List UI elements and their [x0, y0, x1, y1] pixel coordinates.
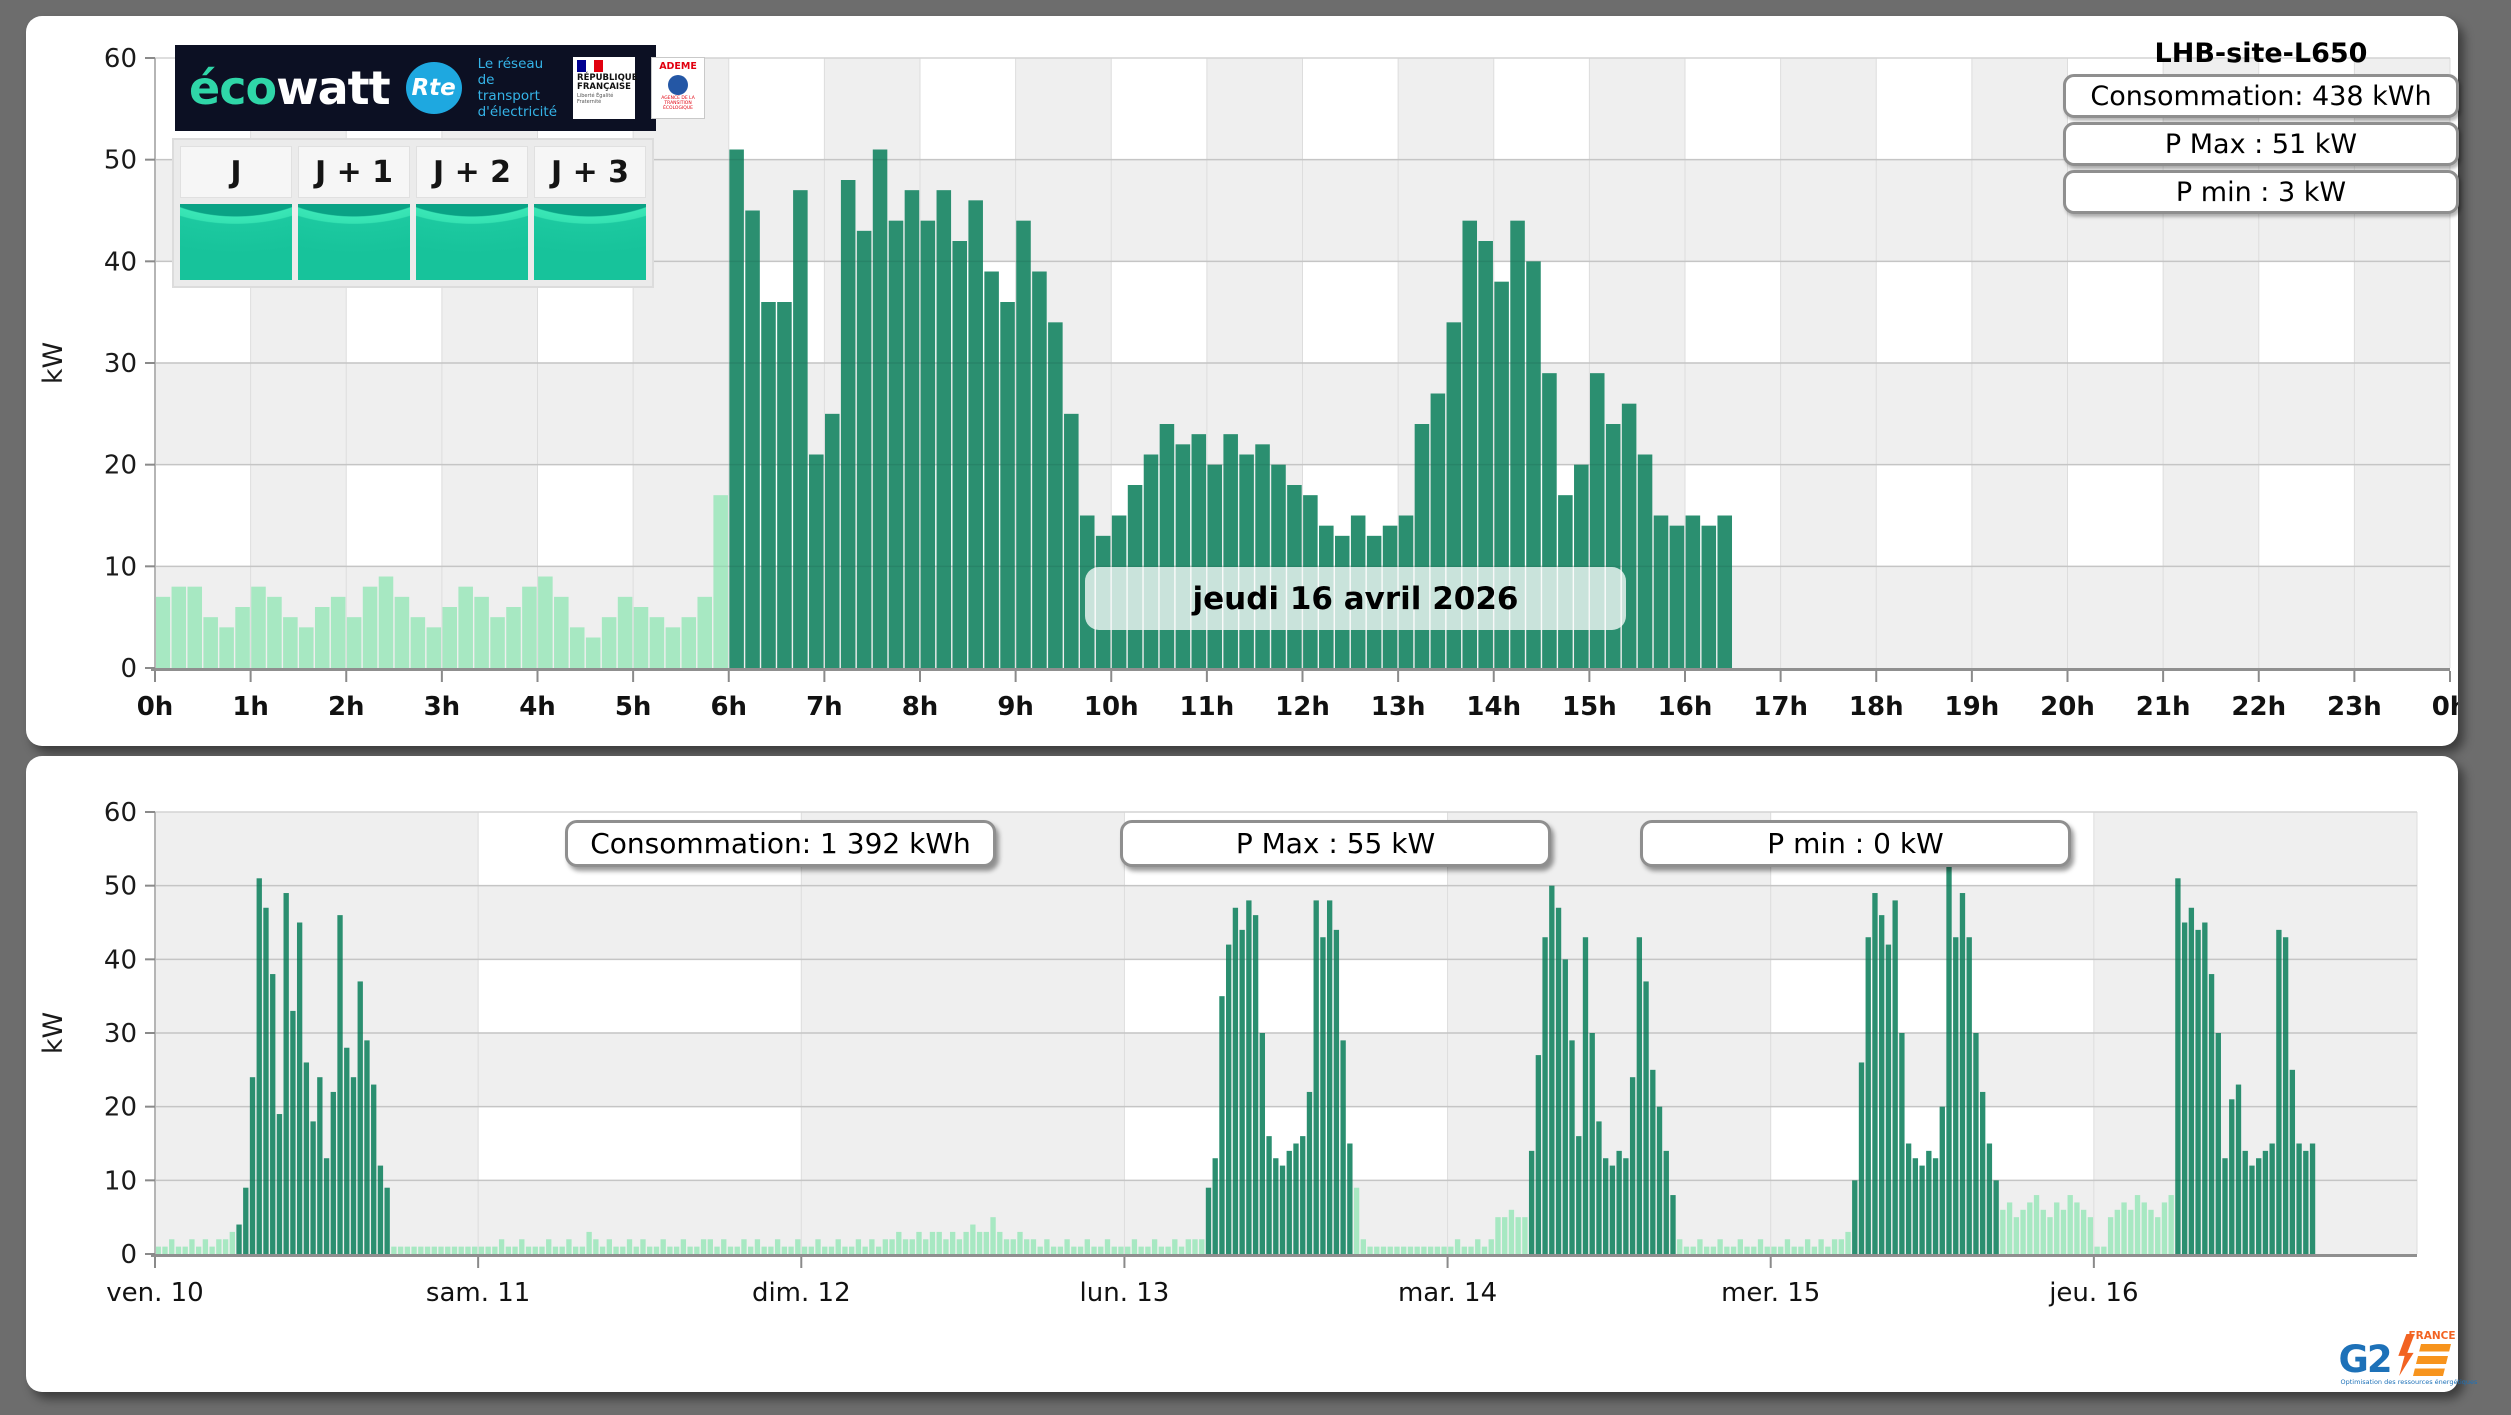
svg-text:40: 40: [104, 247, 137, 277]
svg-text:18h: 18h: [1849, 692, 1904, 722]
svg-text:mar. 14: mar. 14: [1398, 1278, 1497, 1308]
ecowatt-day-j2-status-green: [416, 204, 528, 280]
daily-consumption-stat: Consommation: 438 kWh: [2063, 74, 2459, 118]
svg-text:1h: 1h: [232, 692, 269, 722]
french-flag-icon: [577, 60, 604, 72]
svg-text:11h: 11h: [1180, 692, 1235, 722]
svg-text:2h: 2h: [328, 692, 365, 722]
ecowatt-energy-dashboard: 0 10 20 30 40 50 60 0h 1h 2h 3h 4h 5h 6h 7h 8h 9h 10h 11h 1…: [0, 0, 2511, 1415]
svg-text:60: 60: [104, 44, 137, 74]
svg-text:0: 0: [120, 1240, 137, 1270]
svg-text:30: 30: [104, 1019, 137, 1049]
svg-text:12h: 12h: [1275, 692, 1330, 722]
svg-text:13h: 13h: [1371, 692, 1426, 722]
current-date-badge: jeudi 16 avril 2026: [1085, 567, 1626, 630]
rte-logo-icon: Rte: [405, 62, 462, 114]
ecowatt-day-j1-status-green: [298, 204, 410, 280]
ademe-logo: ADEME AGENCE DE LA TRANSITION ÉCOLOGIQUE: [651, 57, 706, 119]
rte-tagline-line2: de transport: [477, 72, 540, 104]
svg-text:jeu. 16: jeu. 16: [2048, 1278, 2138, 1308]
ecowatt-day-j3-label: J + 3: [534, 146, 646, 198]
g2e-e-icon: [2412, 1344, 2451, 1376]
svg-text:3h: 3h: [424, 692, 461, 722]
ecowatt-logo: écowatt Rte Le réseau de transport d'éle…: [175, 45, 706, 131]
weekly-consumption-stat: Consommation: 1 392 kWh: [565, 820, 996, 867]
ademe-label: ADEME: [659, 61, 697, 72]
g2e-logo-text: G2: [2338, 1338, 2393, 1381]
svg-text:50: 50: [104, 146, 137, 176]
weekly-pmin-stat: P min : 0 kW: [1640, 820, 2071, 867]
rte-tagline: Le réseau de transport d'électricité: [478, 56, 557, 120]
svg-text:sam. 11: sam. 11: [426, 1278, 530, 1308]
site-name: LHB-site-L650: [2154, 38, 2368, 69]
svg-text:20: 20: [104, 1093, 137, 1123]
svg-text:23h: 23h: [2327, 692, 2382, 722]
ecowatt-brand-watt: watt: [276, 61, 391, 115]
svg-text:4h: 4h: [519, 692, 556, 722]
svg-text:40: 40: [104, 945, 137, 975]
republique-francaise-motto: Liberté Égalité Fraternité: [577, 93, 614, 105]
svg-text:17h: 17h: [1753, 692, 1808, 722]
svg-text:15h: 15h: [1562, 692, 1617, 722]
svg-text:19h: 19h: [1945, 692, 2000, 722]
republique-francaise-logo: RÉPUBLIQUE FRANÇAISE Liberté Égalité Fra…: [573, 57, 638, 119]
svg-text:16h: 16h: [1658, 692, 1713, 722]
svg-text:14h: 14h: [1466, 692, 1521, 722]
svg-text:5h: 5h: [615, 692, 652, 722]
ecowatt-brand-eco: éco: [189, 61, 277, 115]
svg-text:60: 60: [104, 798, 137, 828]
svg-text:dim. 12: dim. 12: [752, 1278, 851, 1308]
g2e-tagline: Optimisation des ressources énergétiques: [2340, 1378, 2478, 1386]
svg-text:0: 0: [120, 654, 137, 684]
g2e-france-label: FRANCE: [2408, 1330, 2456, 1342]
ecowatt-brand: écowatt: [189, 61, 391, 115]
svg-text:kW: kW: [38, 1012, 69, 1054]
ecowatt-day-j1-label: J + 1: [298, 146, 410, 198]
svg-text:0h: 0h: [2432, 692, 2458, 722]
svg-text:21h: 21h: [2136, 692, 2191, 722]
daily-chart-panel: 0 10 20 30 40 50 60 0h 1h 2h 3h 4h 5h 6h 7h 8h 9h 10h 11h 1…: [26, 16, 2459, 746]
ecowatt-day-j2-label: J + 2: [416, 146, 528, 198]
svg-text:7h: 7h: [806, 692, 843, 722]
ecowatt-day-j-status-green: [180, 204, 292, 280]
ademe-subtitle: AGENCE DE LA TRANSITION ÉCOLOGIQUE: [661, 96, 695, 111]
republique-francaise-label: RÉPUBLIQUE FRANÇAISE: [577, 73, 638, 92]
daily-pmin-stat: P min : 3 kW: [2063, 170, 2459, 214]
weekly-pmax-stat: P Max : 55 kW: [1120, 820, 1551, 867]
ademe-globe-icon: [668, 75, 689, 95]
svg-text:20: 20: [104, 451, 137, 481]
ecowatt-day-j-label: J: [180, 146, 292, 198]
svg-text:lun. 13: lun. 13: [1080, 1278, 1170, 1308]
svg-text:30: 30: [104, 349, 137, 379]
rte-tagline-line1: Le réseau: [477, 56, 544, 72]
daily-pmax-stat: P Max : 51 kW: [2063, 122, 2459, 166]
g2e-logo: G2 FRANCE Optimisation des ressources én…: [2331, 1328, 2477, 1392]
svg-text:10: 10: [104, 552, 137, 582]
svg-text:8h: 8h: [902, 692, 939, 722]
svg-text:20h: 20h: [2040, 692, 2095, 722]
svg-text:10: 10: [104, 1166, 137, 1196]
svg-text:10h: 10h: [1084, 692, 1139, 722]
svg-text:ven. 10: ven. 10: [106, 1278, 203, 1308]
svg-text:6h: 6h: [710, 692, 747, 722]
ecowatt-day-cards: J J + 1 J + 2 J + 3: [172, 138, 654, 288]
ecowatt-day-j3-status-green: [534, 204, 646, 280]
svg-text:kW: kW: [38, 342, 69, 384]
svg-text:0h: 0h: [137, 692, 174, 722]
svg-text:mer. 15: mer. 15: [1721, 1278, 1820, 1308]
svg-text:9h: 9h: [997, 692, 1034, 722]
rte-tagline-line3: d'électricité: [477, 104, 558, 120]
weekly-chart-panel: 0 10 20 30 40 50 60 ven. 10 sam. 11 dim. 12 lun. 1…: [26, 756, 2477, 1392]
svg-text:22h: 22h: [2231, 692, 2286, 722]
svg-text:50: 50: [104, 872, 137, 902]
